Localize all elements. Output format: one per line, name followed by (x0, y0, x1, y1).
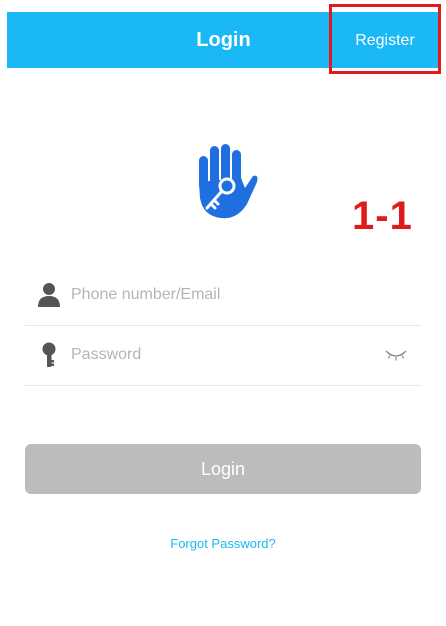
user-icon (37, 282, 61, 308)
eye-closed-icon[interactable] (385, 349, 407, 363)
key-icon (37, 342, 61, 368)
hand-key-icon (193, 142, 259, 220)
register-label: Register (355, 32, 415, 49)
password-row (25, 325, 421, 386)
login-button[interactable]: Login (25, 444, 421, 494)
phone-email-input[interactable] (71, 280, 371, 310)
step-annotation: 1-1 (352, 194, 413, 238)
register-button[interactable]: Register (329, 4, 441, 74)
login-screen: Login Register 1-1 Phone number/Email Lo… (0, 0, 446, 626)
forgot-password-link[interactable]: Forgot Password? (0, 536, 446, 551)
password-input[interactable] (71, 340, 371, 370)
phone-email-row (25, 265, 421, 326)
